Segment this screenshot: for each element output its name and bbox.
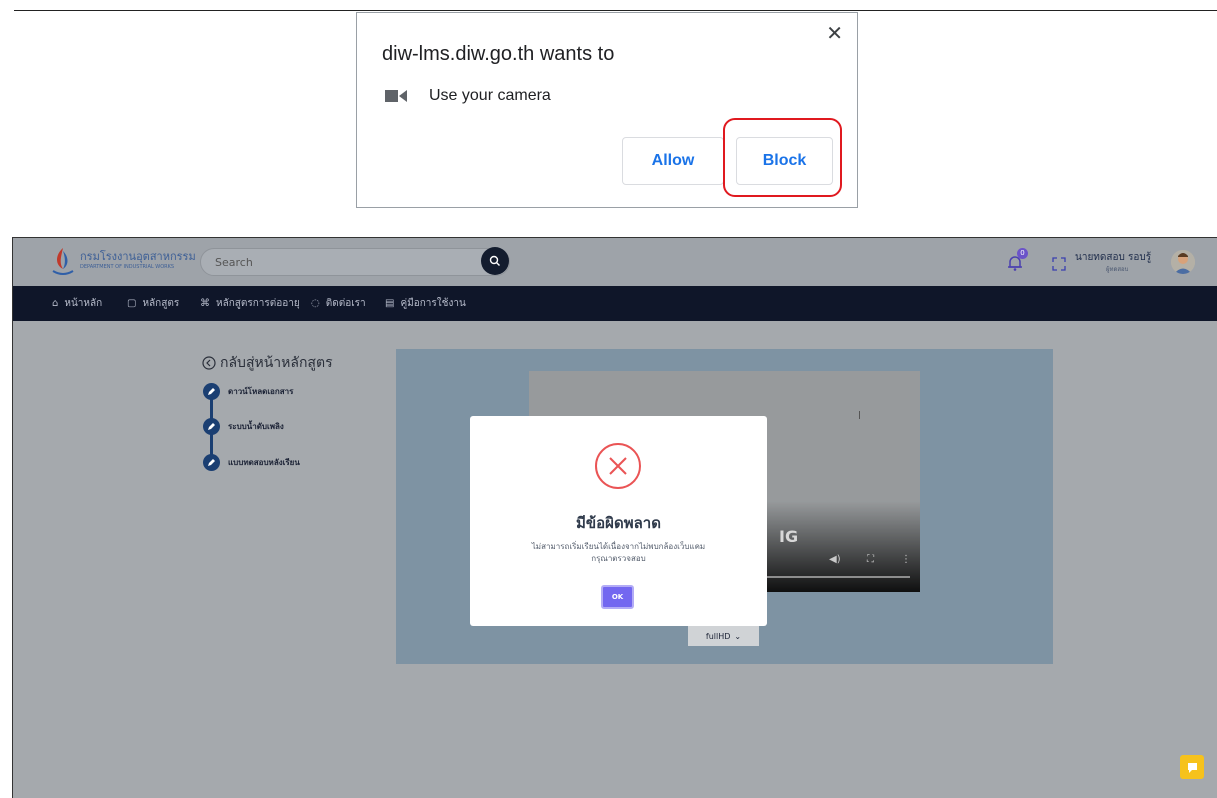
nav-item-contact[interactable]: ◌ ติดต่อเรา: [311, 286, 366, 321]
fullscreen-icon[interactable]: [1052, 257, 1066, 271]
permission-title: diw-lms.diw.go.th wants to: [382, 43, 615, 65]
logo-subtitle: DEPARTMENT OF INDUSTRIAL WORKS: [80, 264, 175, 270]
allow-button[interactable]: Allow: [622, 137, 724, 185]
top-divider: [14, 10, 1217, 11]
step-label: แบบทดสอบหลังเรียน: [228, 458, 300, 467]
search-button[interactable]: [481, 247, 509, 275]
video-progress-bar[interactable]: [767, 576, 910, 578]
logo-icon: [52, 248, 74, 275]
quality-select[interactable]: fullHD ⌄: [688, 626, 759, 646]
modal-message-line: ไม่สามารถเริ่มเรียนได้เนื่องจากไม่พบกล้อ…: [531, 542, 706, 551]
close-icon[interactable]: ✕: [826, 21, 843, 45]
ok-button[interactable]: OK: [601, 585, 634, 609]
notification-badge: 0: [1017, 248, 1028, 259]
command-icon: ⌘: [200, 298, 210, 309]
block-highlight-annotation: [723, 118, 842, 197]
video-marker: [859, 411, 860, 419]
nav-item-label: ติดต่อเรา: [325, 298, 366, 309]
more-options-icon[interactable]: ⋮: [901, 554, 911, 565]
nav-item-courses[interactable]: ▢ หลักสูตร: [127, 286, 179, 321]
pencil-icon: [203, 383, 220, 400]
modal-title: มีข้อผิดพลาด: [576, 514, 661, 532]
lesson-step[interactable]: ดาวน์โหลดเอกสาร: [203, 383, 293, 400]
modal-message: ไม่สามารถเริ่มเรียนได้เนื่องจากไม่พบกล้อ…: [470, 541, 767, 565]
quality-value: fullHD: [705, 631, 731, 641]
back-link-label: กลับสู่หน้าหลักสูตร: [220, 355, 333, 371]
step-label: ระบบน้ำดับเพลิง: [228, 422, 284, 431]
camera-permission-dialog: diw-lms.diw.go.th wants to ✕ Use your ca…: [356, 12, 858, 208]
back-to-course-link[interactable]: กลับสู่หน้าหลักสูตร: [202, 352, 333, 374]
pencil-icon: [203, 454, 220, 471]
nav-item-renewal-courses[interactable]: ⌘ หลักสูตรการต่ออายุ: [200, 286, 300, 321]
volume-icon[interactable]: ◀): [829, 554, 841, 565]
lesson-step[interactable]: ระบบน้ำดับเพลิง: [203, 418, 284, 435]
search-icon: [489, 255, 500, 266]
permission-request-text: Use your camera: [429, 87, 551, 104]
video-overlay-text: IG: [779, 527, 799, 546]
avatar[interactable]: [1171, 250, 1195, 274]
error-x-icon: [595, 443, 641, 489]
nav-item-label: หลักสูตร: [142, 298, 180, 309]
camera-icon: [385, 90, 407, 102]
help-chat-button[interactable]: [1180, 755, 1204, 779]
fullscreen-video-icon[interactable]: ⛶: [867, 554, 874, 565]
search-box: [200, 248, 510, 276]
chat-bubble-icon: ◌: [311, 298, 320, 309]
course-icon: ▢: [127, 298, 137, 309]
manual-icon: ▤: [385, 298, 395, 309]
search-input[interactable]: [215, 249, 475, 275]
lesson-step[interactable]: แบบทดสอบหลังเรียน: [203, 454, 300, 471]
nav-item-label: หลักสูตรการต่ออายุ: [216, 298, 300, 309]
app-header: กรมโรงงานอุตสาหกรรม DEPARTMENT OF INDUST…: [13, 238, 1217, 286]
chat-icon: [1188, 763, 1197, 773]
error-modal: มีข้อผิดพลาด ไม่สามารถเริ่มเรียนได้เนื่อ…: [470, 416, 767, 626]
nav-item-label: หน้าหลัก: [64, 298, 103, 309]
user-name[interactable]: นายทดสอบ รอบรู้: [1075, 250, 1151, 265]
pencil-icon: [203, 418, 220, 435]
nav-item-home[interactable]: ⌂ หน้าหลัก: [52, 286, 102, 321]
modal-message-line: กรุณาตรวจสอบ: [591, 554, 646, 563]
step-label: ดาวน์โหลดเอกสาร: [228, 387, 294, 396]
nav-item-label: คู่มือการใช้งาน: [400, 298, 466, 309]
nav-item-manual[interactable]: ▤ คู่มือการใช้งาน: [385, 286, 466, 321]
user-role: ผู้ทดสอบ: [1106, 266, 1129, 273]
chevron-left-icon: [202, 356, 216, 370]
main-nav: ⌂ หน้าหลัก ▢ หลักสูตร ⌘ หลักสูตรการต่ออา…: [13, 286, 1217, 321]
logo-name: กรมโรงงานอุตสาหกรรม: [80, 250, 196, 263]
home-icon: ⌂: [52, 298, 59, 309]
chevron-down-icon: ⌄: [734, 631, 742, 641]
